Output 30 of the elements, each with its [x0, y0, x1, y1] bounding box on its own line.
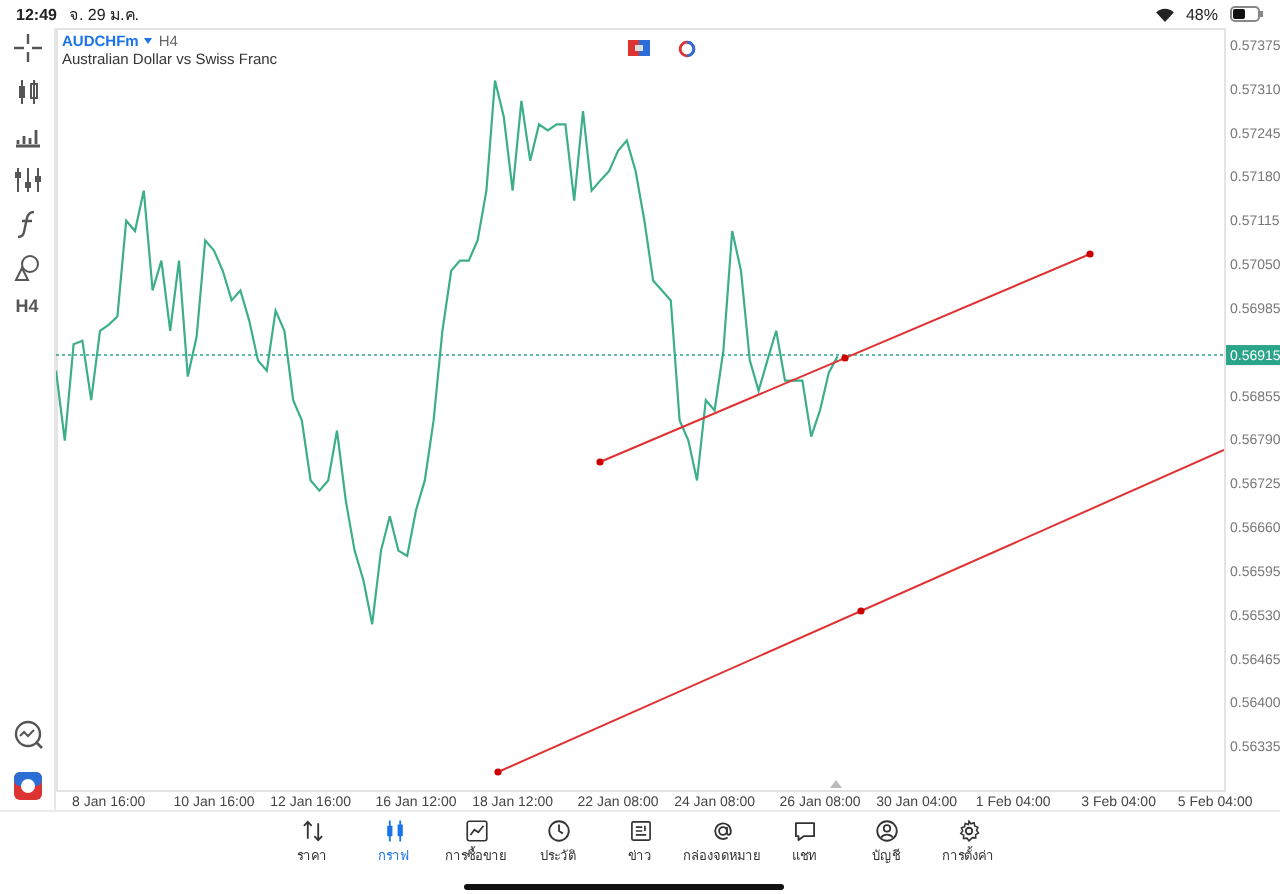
newspaper-icon: [627, 818, 653, 844]
status-time: 12:49: [16, 5, 57, 23]
anchor-handle[interactable]: [596, 458, 604, 466]
battery-icon: [1230, 6, 1264, 22]
battery-percent: 48%: [1185, 5, 1218, 23]
sliders-icon[interactable]: [11, 164, 43, 196]
chart-search-icon[interactable]: [11, 718, 43, 750]
candlestick-icon: [381, 818, 407, 844]
timeframe-button[interactable]: H4: [15, 296, 39, 316]
anchor-handle[interactable]: [857, 607, 865, 615]
person-icon: [873, 818, 899, 844]
clock-icon: [545, 818, 571, 844]
anchor-handle[interactable]: [1086, 250, 1094, 258]
crosshair-icon[interactable]: [11, 32, 43, 64]
dropdown-icon[interactable]: [144, 38, 153, 44]
at-sign-icon: [709, 818, 735, 844]
ring-icon[interactable]: [678, 40, 696, 58]
status-date: จ. 29 ม.ค.: [68, 3, 139, 27]
gear-icon: [955, 818, 981, 844]
scroll-marker-icon[interactable]: [830, 780, 843, 788]
arrows-icon: [299, 818, 325, 844]
trend-line-drawing[interactable]: [596, 250, 1094, 466]
shapes-icon[interactable]: [11, 252, 43, 284]
speech-bubble-icon: [791, 818, 817, 844]
app-logo-icon[interactable]: [11, 770, 43, 802]
anchor-handle[interactable]: [841, 354, 849, 362]
anchor-handle[interactable]: [494, 768, 502, 776]
line-chart-icon: [463, 818, 489, 844]
wifi-icon: [1155, 7, 1174, 21]
one-click-trading-icon[interactable]: [628, 40, 650, 56]
